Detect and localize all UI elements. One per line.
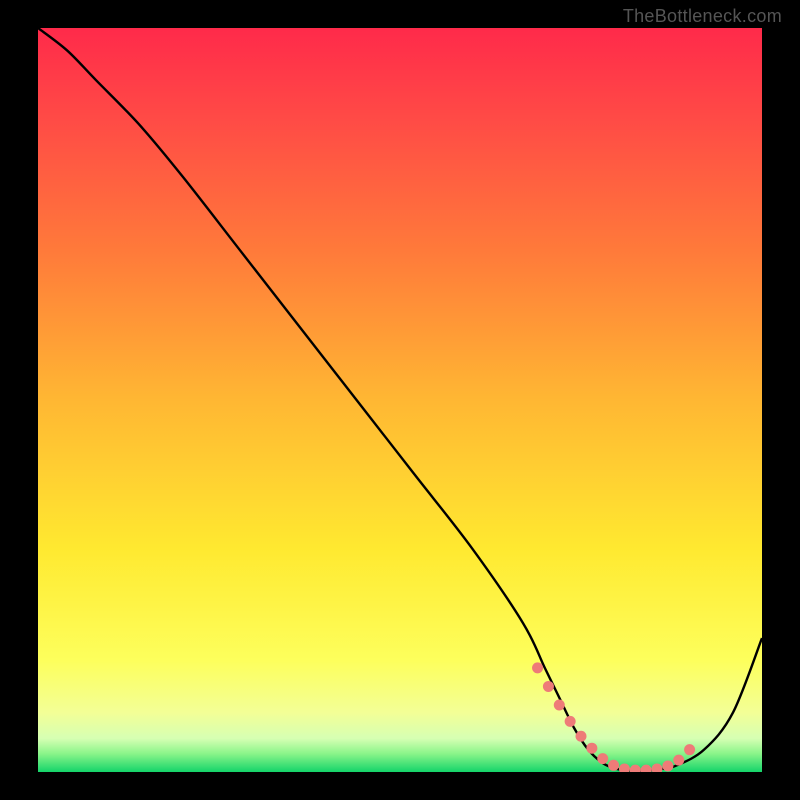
- chart-container: TheBottleneck.com: [0, 0, 800, 800]
- marker-dot: [684, 744, 695, 755]
- chart-svg: [38, 28, 762, 772]
- plot-area: [38, 28, 762, 772]
- marker-dot: [554, 700, 565, 711]
- marker-dot: [532, 662, 543, 673]
- marker-dot: [673, 755, 684, 766]
- marker-dot: [565, 716, 576, 727]
- marker-dot: [543, 681, 554, 692]
- marker-dot: [586, 743, 597, 754]
- gradient-background: [38, 28, 762, 772]
- marker-dot: [576, 731, 587, 742]
- marker-dot: [662, 761, 673, 772]
- marker-dot: [608, 760, 619, 771]
- watermark-text: TheBottleneck.com: [623, 6, 782, 27]
- marker-dot: [597, 753, 608, 764]
